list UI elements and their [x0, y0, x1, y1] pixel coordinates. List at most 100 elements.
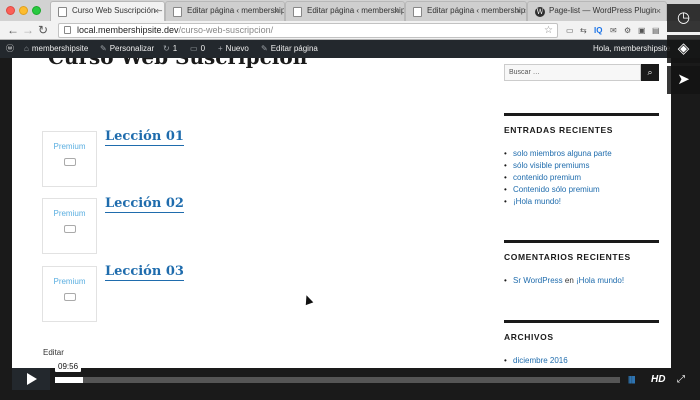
- admin-bar-comments[interactable]: ▭ 0: [190, 40, 205, 58]
- close-window-button[interactable]: [6, 6, 15, 15]
- close-tab-icon[interactable]: ×: [274, 6, 279, 16]
- archives-list: diciembre 2016: [504, 355, 659, 367]
- tab-label: Editar página ‹ membershipsite: [427, 6, 527, 15]
- lesson-title-link[interactable]: Lección 03: [105, 264, 184, 281]
- close-tab-icon[interactable]: ×: [656, 6, 661, 16]
- lesson-title-link[interactable]: Lección 02: [105, 196, 184, 213]
- widget-title: ARCHIVOS: [504, 332, 554, 342]
- edit-link[interactable]: Editar: [43, 348, 64, 357]
- lesson-item: Premium Lección 01: [42, 129, 342, 187]
- lesson-thumbnail[interactable]: Premium: [42, 198, 97, 254]
- extension-icon[interactable]: ▣: [638, 25, 646, 36]
- recent-post-link[interactable]: solo miembros alguna parte: [504, 148, 659, 160]
- close-tab-icon[interactable]: ×: [394, 6, 399, 16]
- volume-icon[interactable]: ||||||: [628, 375, 636, 384]
- archives-widget: ARCHIVOS diciembre 2016: [504, 320, 659, 367]
- widget-divider: [504, 113, 659, 116]
- extension-icon[interactable]: ⇆: [580, 25, 587, 36]
- updates-count: 1: [172, 44, 178, 53]
- share-icon[interactable]: ➤: [667, 66, 700, 94]
- browser-chrome: Curso Web Suscripción – mem × Editar pág…: [0, 0, 700, 40]
- lesson-title-link[interactable]: Lección 01: [105, 129, 184, 146]
- clock-icon[interactable]: ◷: [667, 4, 700, 32]
- forward-arrow-icon[interactable]: →: [22, 23, 34, 37]
- widget-title: ENTRADAS RECIENTES: [504, 125, 614, 135]
- recent-post-link[interactable]: Contenido sólo premium: [504, 184, 659, 196]
- admin-bar-new[interactable]: + Nuevo: [218, 40, 249, 58]
- premium-badge: Premium: [53, 209, 86, 218]
- page-info-icon[interactable]: [64, 26, 71, 34]
- minimize-window-button[interactable]: [19, 6, 28, 15]
- widget-divider: [504, 240, 659, 243]
- page-icon: [58, 7, 67, 17]
- play-button[interactable]: [12, 368, 50, 390]
- updates-icon: ↻: [163, 44, 170, 53]
- tab-page-list[interactable]: W Page-list — WordPress Plugin ×: [527, 1, 667, 21]
- tab-label: Editar página ‹ membershipsite: [187, 6, 285, 15]
- tab-editar-2[interactable]: Editar página ‹ membershipsite ×: [285, 1, 405, 21]
- close-tab-icon[interactable]: ×: [154, 6, 159, 16]
- tab-strip: Curso Web Suscripción – mem × Editar pág…: [0, 0, 700, 21]
- recent-post-link[interactable]: sólo visible premiums: [504, 160, 659, 172]
- progress-bar[interactable]: [55, 377, 620, 383]
- hd-button[interactable]: HD: [651, 374, 665, 385]
- comment-icon: ▭: [190, 44, 198, 53]
- comment-author-link[interactable]: Sr WordPress: [513, 276, 563, 285]
- comment-post-link[interactable]: ¡Hola mundo!: [576, 276, 624, 285]
- widget-divider: [504, 320, 659, 323]
- lesson-thumbnail[interactable]: Premium: [42, 266, 97, 322]
- recent-post-link[interactable]: ¡Hola mundo!: [504, 196, 659, 208]
- tab-label: Page-list — WordPress Plugin: [549, 6, 657, 15]
- admin-bar-updates[interactable]: ↻ 1: [163, 40, 177, 58]
- admin-bar-account[interactable]: Hola, membershipsite: [593, 40, 670, 58]
- time-tooltip: 09:56: [55, 361, 82, 372]
- extension-icon[interactable]: ▤: [652, 25, 660, 36]
- recent-post-link[interactable]: contenido premium: [504, 172, 659, 184]
- recent-comments-widget: COMENTARIOS RECIENTES Sr WordPress en ¡H…: [504, 240, 659, 287]
- search-icon[interactable]: ⌕: [641, 64, 659, 81]
- fullscreen-icon[interactable]: ⤢: [677, 374, 685, 385]
- premium-badge: Premium: [53, 142, 86, 151]
- tab-editar-1[interactable]: Editar página ‹ membershipsite ×: [165, 1, 285, 21]
- archive-link[interactable]: diciembre 2016: [504, 355, 659, 367]
- chat-icon: [64, 293, 76, 301]
- widget-title: COMENTARIOS RECIENTES: [504, 252, 631, 262]
- back-arrow-icon[interactable]: ←: [7, 23, 19, 37]
- search-input[interactable]: Buscar …: [504, 64, 641, 81]
- admin-bar-edit-page[interactable]: ✎ Editar página: [261, 40, 318, 58]
- admin-bar-site[interactable]: ⌂ membershipsite: [24, 40, 88, 58]
- brush-icon: ✎: [100, 44, 107, 53]
- close-tab-icon[interactable]: ×: [516, 6, 521, 16]
- customize-label: Personalizar: [109, 44, 155, 53]
- tab-curso-web[interactable]: Curso Web Suscripción – mem ×: [50, 1, 165, 21]
- search-form: Buscar … ⌕: [504, 64, 659, 81]
- admin-bar-customize[interactable]: ✎ Personalizar: [100, 40, 154, 58]
- wordpress-logo-icon[interactable]: ⓦ: [6, 40, 14, 58]
- page-title-clipped: Curso Web Suscripción: [48, 58, 307, 69]
- recent-comment-item: Sr WordPress en ¡Hola mundo!: [504, 275, 659, 287]
- progress-fill: [55, 377, 84, 383]
- url-host: local.membershipsite.dev: [77, 25, 179, 35]
- reload-icon[interactable]: ↻: [38, 23, 48, 37]
- lesson-thumbnail[interactable]: Premium: [42, 131, 97, 187]
- lesson-item: Premium Lección 03: [42, 264, 342, 322]
- lesson-item: Premium Lección 02: [42, 196, 342, 254]
- page-icon: [293, 7, 302, 17]
- tab-label: Editar página ‹ membershipsite: [307, 6, 405, 15]
- plus-icon: +: [218, 44, 223, 53]
- video-player-bar: 09:56 |||||| HD ⤢: [0, 361, 700, 400]
- page-content: Curso Web Suscripción Premium Lección 01…: [12, 58, 671, 368]
- extension-icon[interactable]: ⚙: [624, 25, 631, 36]
- extension-icon[interactable]: IQ: [594, 25, 602, 36]
- layers-icon[interactable]: ◈: [667, 35, 700, 63]
- recent-posts-widget: ENTRADAS RECIENTES solo miembros alguna …: [504, 113, 659, 208]
- zoom-window-button[interactable]: [32, 6, 41, 15]
- address-bar[interactable]: local.membershipsite.dev/curso-web-suscr…: [58, 23, 558, 38]
- tab-editar-3[interactable]: Editar página ‹ membershipsite ×: [405, 1, 527, 21]
- extension-icon[interactable]: ▭: [566, 25, 574, 36]
- comments-count: 0: [200, 44, 206, 53]
- extension-icon[interactable]: ✉: [610, 25, 617, 36]
- page-icon: [173, 7, 182, 17]
- site-name: membershipsite: [31, 44, 89, 53]
- bookmark-star-icon[interactable]: ☆: [544, 24, 553, 37]
